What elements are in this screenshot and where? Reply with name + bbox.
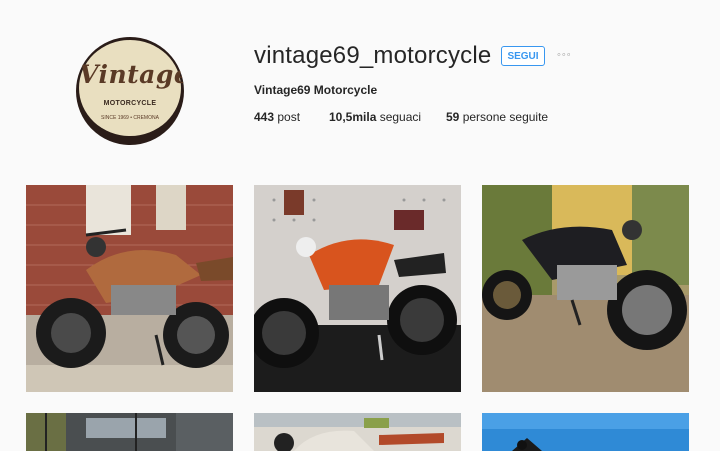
follow-button[interactable]: SEGUI [501,46,545,66]
post-image [26,413,233,451]
post-image [254,185,461,392]
avatar-brand-text: Vintage [79,60,184,89]
stat-posts: 443 post [254,110,300,124]
profile-username: vintage69_motorcycle [254,42,492,69]
stat-following[interactable]: 59 persone seguite [446,110,548,124]
avatar-logo: Vintage MOTORCYCLE SINCE 1969 • CREMONA [79,40,184,136]
post-image [482,185,689,392]
stat-followers-count: 10,5mila [329,110,377,124]
stat-followers-label: seguaci [376,110,422,124]
post-image [26,185,233,392]
post-orange-racer[interactable] [254,185,461,392]
post-image [482,413,689,451]
avatar-ring-text: SINCE 1969 • CREMONA [101,115,159,121]
post-row2-1[interactable] [26,413,233,451]
stat-followers[interactable]: 10,5mila seguaci [329,110,421,124]
post-black-scrambler[interactable] [482,185,689,392]
post-brown-scrambler[interactable] [26,185,233,392]
post-row2-3[interactable] [482,413,689,451]
stat-posts-count: 443 [254,110,275,124]
stat-following-label: persone seguite [459,110,549,124]
stat-following-count: 59 [446,110,460,124]
post-row2-2[interactable] [254,413,461,451]
avatar-subtitle-text: MOTORCYCLE [103,100,157,107]
post-image [254,413,461,451]
profile-header: Vintage MOTORCYCLE SINCE 1969 • CREMONA … [0,0,720,180]
profile-full-name: Vintage69 Motorcycle [254,83,378,97]
avatar[interactable]: Vintage MOTORCYCLE SINCE 1969 • CREMONA [76,37,184,145]
stat-posts-label: post [274,110,301,124]
more-options-icon[interactable]: ◦◦◦ [557,49,577,61]
